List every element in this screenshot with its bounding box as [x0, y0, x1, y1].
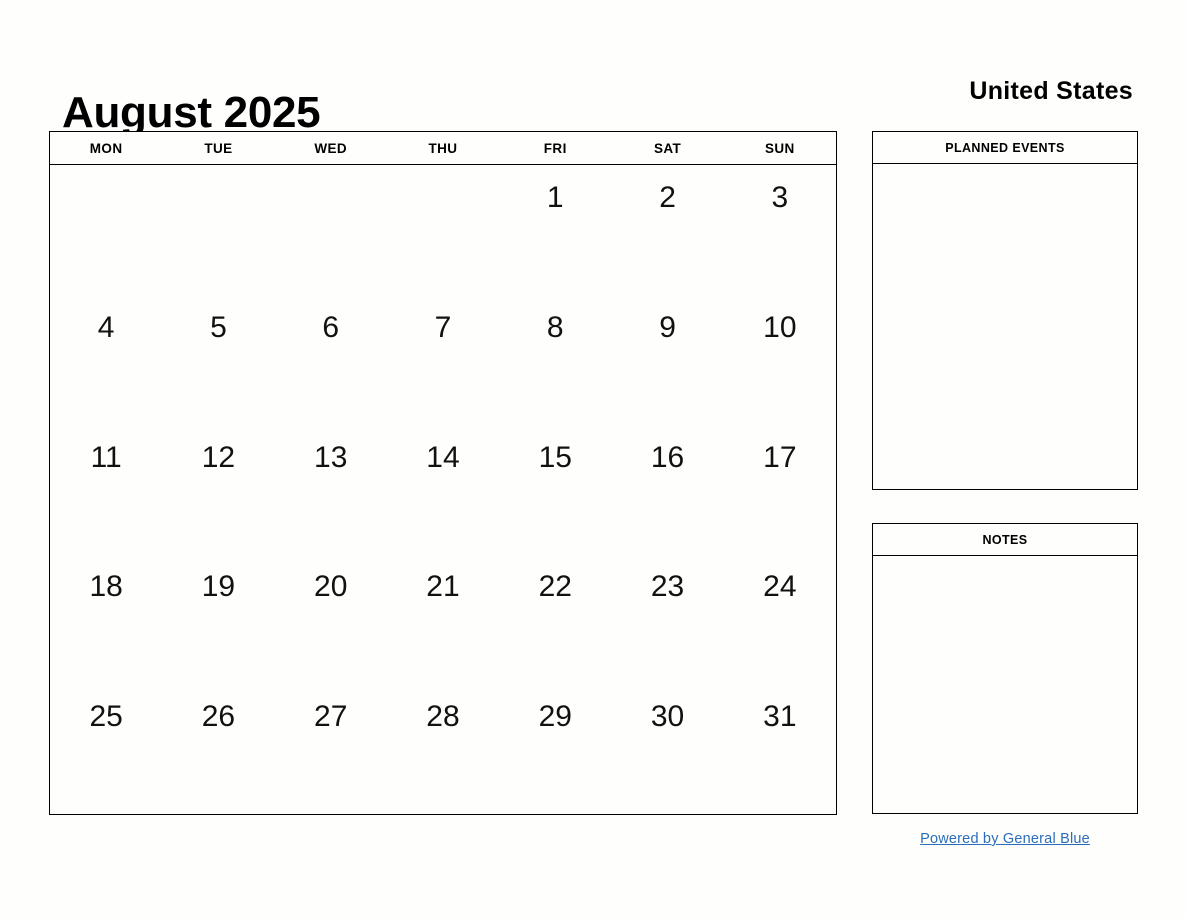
- planned-events-title: PLANNED EVENTS: [873, 132, 1137, 164]
- week-row: 18 19 20 21 22 23 24: [50, 554, 836, 684]
- planned-events-panel: PLANNED EVENTS: [872, 131, 1138, 490]
- day-cell[interactable]: 9: [611, 295, 723, 425]
- day-cell[interactable]: 30: [611, 684, 723, 814]
- day-number: 18: [89, 570, 123, 604]
- day-cell[interactable]: 25: [50, 684, 162, 814]
- country-label: United States: [969, 77, 1133, 105]
- day-cell[interactable]: 14: [387, 425, 499, 555]
- day-cell[interactable]: 29: [499, 684, 611, 814]
- notes-panel: NOTES: [872, 523, 1138, 814]
- day-number: 11: [90, 440, 122, 474]
- weekday-header-sat: SAT: [653, 140, 682, 156]
- notes-body[interactable]: [873, 556, 1137, 813]
- day-cell[interactable]: 17: [724, 425, 836, 555]
- powered-by-link[interactable]: Powered by General Blue: [872, 831, 1138, 847]
- day-cell[interactable]: 16: [611, 425, 723, 555]
- day-cell[interactable]: 19: [162, 554, 274, 684]
- day-cell[interactable]: 6: [275, 295, 387, 425]
- day-cell[interactable]: 2: [611, 165, 723, 295]
- day-cell[interactable]: 7: [387, 295, 499, 425]
- day-cell[interactable]: [162, 165, 274, 295]
- day-number: 15: [538, 440, 572, 474]
- day-number: 27: [314, 700, 348, 734]
- day-cell[interactable]: 5: [162, 295, 274, 425]
- calendar-weeks: 1 2 3 4 5 6 7 8 9 10 11 12 13 14 15 16 1…: [50, 165, 836, 814]
- day-number: 26: [201, 700, 236, 734]
- notes-title: NOTES: [873, 524, 1137, 556]
- day-number: 4: [97, 310, 115, 344]
- weekday-header-mon: MON: [89, 140, 123, 156]
- day-cell[interactable]: 11: [50, 425, 162, 555]
- day-cell[interactable]: [275, 165, 387, 295]
- day-number: 3: [771, 181, 789, 214]
- day-cell[interactable]: 20: [275, 554, 387, 684]
- day-number: 17: [763, 440, 797, 474]
- day-number: 7: [434, 310, 452, 344]
- day-cell[interactable]: 10: [724, 295, 836, 425]
- day-cell[interactable]: 27: [275, 684, 387, 814]
- weekday-header-thu: THU: [428, 140, 458, 156]
- day-number: 20: [314, 570, 348, 604]
- day-number: 6: [322, 310, 340, 344]
- weekday-header-row: MON TUE WED THU FRI SAT SUN: [50, 132, 836, 165]
- week-row: 1 2 3: [50, 165, 836, 295]
- day-cell[interactable]: 15: [499, 425, 611, 555]
- day-number: 16: [650, 440, 685, 474]
- day-cell[interactable]: [387, 165, 499, 295]
- day-cell[interactable]: 24: [724, 554, 836, 684]
- day-cell[interactable]: 4: [50, 295, 162, 425]
- week-row: 25 26 27 28 29 30 31: [50, 684, 836, 814]
- day-number: 22: [538, 570, 572, 604]
- week-row: 4 5 6 7 8 9 10: [50, 295, 836, 425]
- day-cell[interactable]: [50, 165, 162, 295]
- day-number: 19: [201, 570, 236, 604]
- day-number: 14: [426, 440, 460, 474]
- weekday-header-tue: TUE: [204, 140, 233, 156]
- day-number: 8: [546, 310, 564, 344]
- day-cell[interactable]: 23: [611, 554, 723, 684]
- calendar-grid: MON TUE WED THU FRI SAT SUN 1 2 3 4 5 6: [49, 131, 837, 815]
- day-number: 23: [650, 570, 685, 604]
- day-number: 5: [210, 310, 227, 344]
- day-cell[interactable]: 1: [499, 165, 611, 295]
- weekday-header-wed: WED: [314, 140, 348, 156]
- day-cell[interactable]: 28: [387, 684, 499, 814]
- week-row: 11 12 13 14 15 16 17: [50, 425, 836, 555]
- day-cell[interactable]: 8: [499, 295, 611, 425]
- calendar-page: August 2025 United States MON TUE WED TH…: [0, 0, 1188, 918]
- day-number: 30: [650, 700, 685, 734]
- day-cell[interactable]: 18: [50, 554, 162, 684]
- day-cell[interactable]: 26: [162, 684, 274, 814]
- day-number: 9: [659, 310, 676, 344]
- day-number: 25: [89, 700, 123, 734]
- planned-events-body[interactable]: [873, 164, 1137, 489]
- day-cell[interactable]: 13: [275, 425, 387, 555]
- day-number: 2: [659, 181, 676, 214]
- day-number: 29: [538, 700, 572, 734]
- day-number: 12: [201, 440, 236, 474]
- weekday-header-fri: FRI: [543, 140, 567, 156]
- day-cell[interactable]: 3: [724, 165, 836, 295]
- day-number: 13: [314, 440, 348, 474]
- day-number: 10: [763, 310, 797, 344]
- day-number: 31: [763, 700, 797, 734]
- day-cell[interactable]: 31: [724, 684, 836, 814]
- day-number: 21: [426, 570, 460, 604]
- weekday-header-sun: SUN: [764, 140, 795, 156]
- day-cell[interactable]: 12: [162, 425, 274, 555]
- day-cell[interactable]: 21: [387, 554, 499, 684]
- day-cell[interactable]: 22: [499, 554, 611, 684]
- day-number: 24: [763, 570, 797, 604]
- day-number: 28: [426, 700, 460, 734]
- day-number: 1: [546, 181, 564, 214]
